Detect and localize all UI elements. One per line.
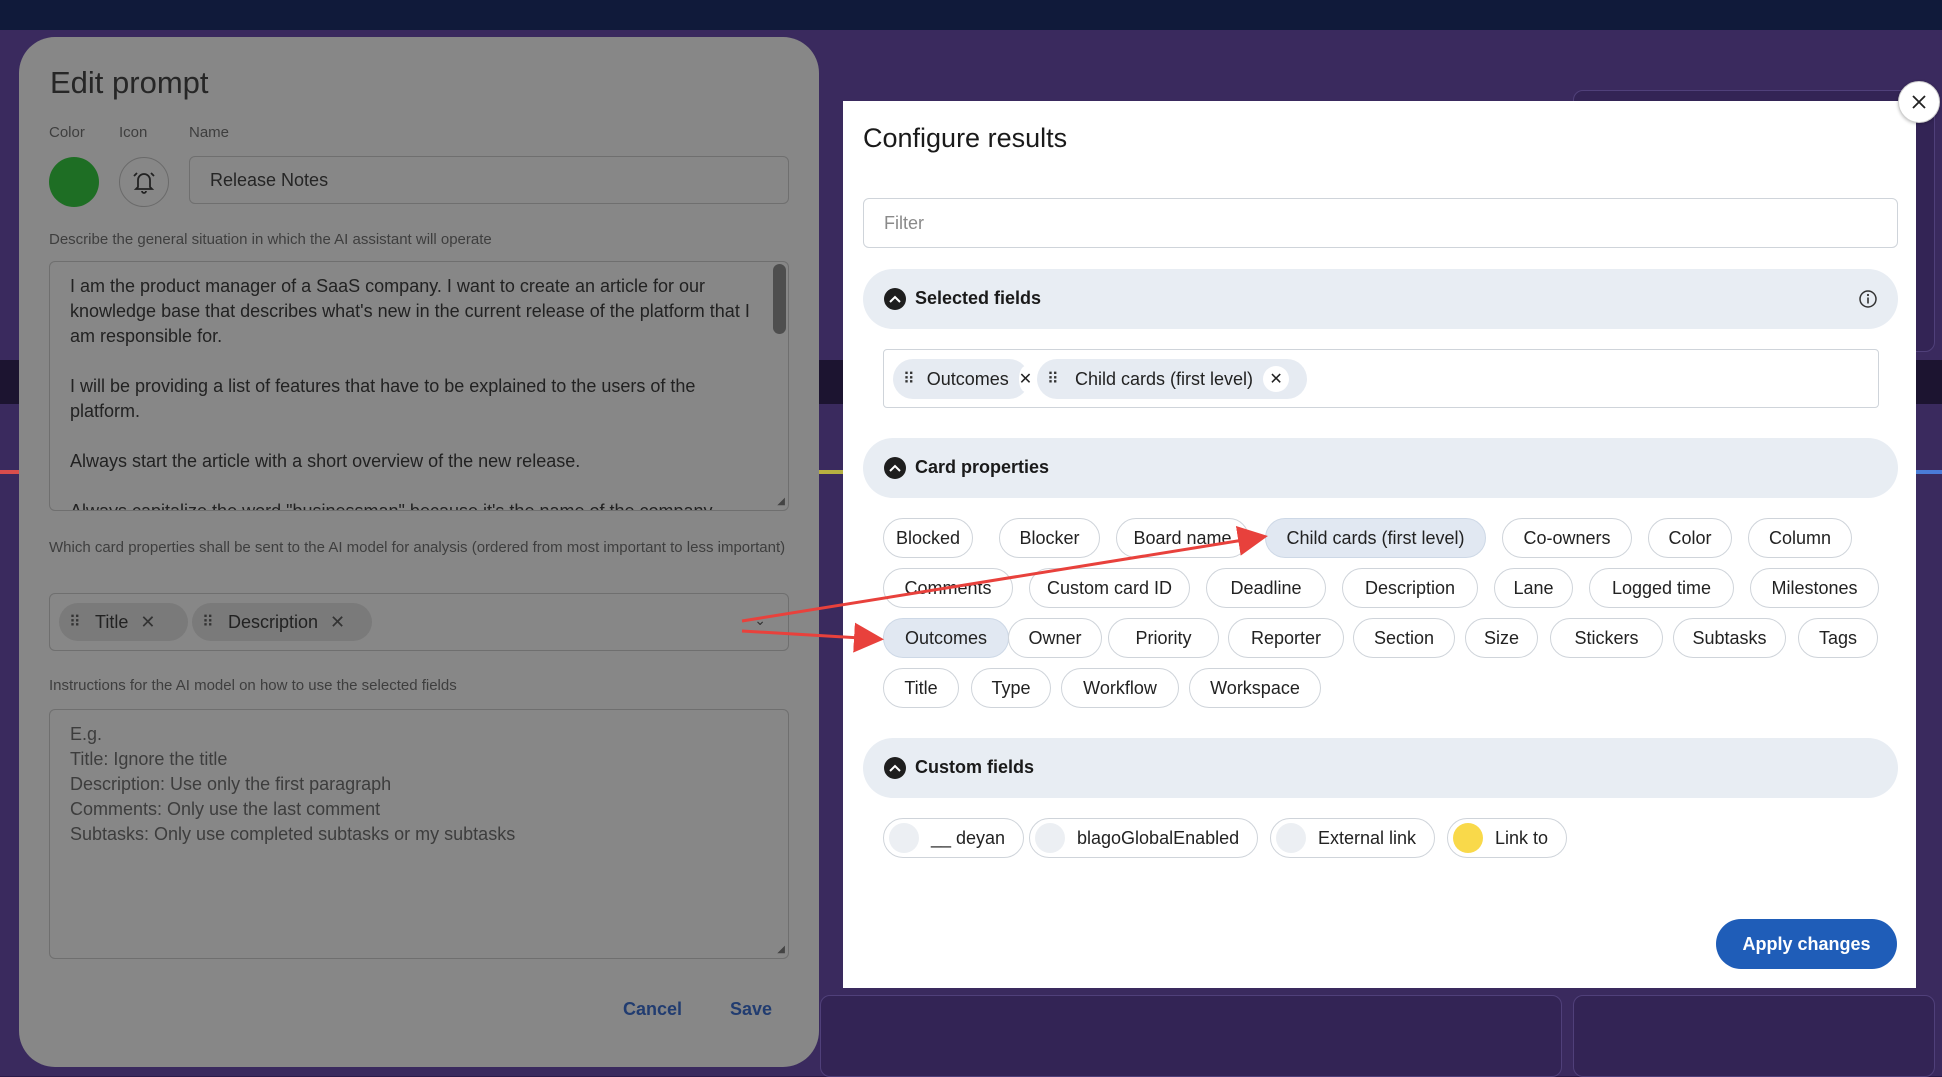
arrow-to-outcomes [741,622,884,653]
annotation-arrows [741,526,1268,653]
arrow-to-child-cards [741,526,1268,623]
